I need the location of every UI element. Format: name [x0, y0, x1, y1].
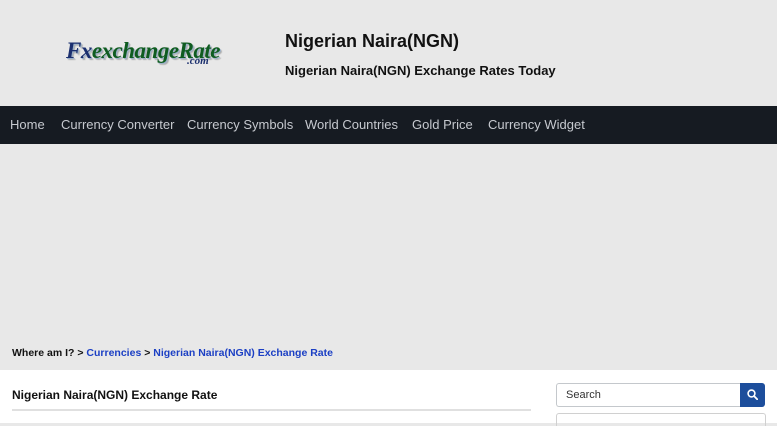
logo-suffix: .com: [187, 55, 209, 67]
nav-item-currency-widget[interactable]: Currency Widget: [488, 117, 585, 132]
search-button[interactable]: [740, 383, 765, 407]
breadcrumb-separator: >: [144, 347, 151, 359]
breadcrumb-link-current[interactable]: Nigerian Naira(NGN) Exchange Rate: [153, 347, 333, 359]
search-icon: [747, 389, 758, 400]
nav-item-home[interactable]: Home: [10, 117, 45, 132]
site-header: FxexchangeRate .com Nigerian Naira(NGN) …: [0, 0, 777, 106]
search-input[interactable]: [556, 383, 748, 407]
nav-item-world-countries[interactable]: World Countries: [305, 117, 398, 132]
site-logo[interactable]: FxexchangeRate .com: [66, 38, 226, 70]
main-content: Nigerian Naira(NGN) Exchange Rate: [0, 370, 777, 426]
breadcrumb: Where am I? > Currencies > Nigerian Nair…: [12, 347, 333, 359]
breadcrumb-link-currencies[interactable]: Currencies: [86, 347, 141, 359]
breadcrumb-separator: >: [77, 347, 84, 359]
section-divider: [12, 409, 531, 411]
page-subtitle: Nigerian Naira(NGN) Exchange Rates Today: [285, 63, 556, 78]
page-title: Nigerian Naira(NGN): [285, 31, 460, 51]
section-title: Nigerian Naira(NGN) Exchange Rate: [12, 388, 218, 402]
nav-item-currency-converter[interactable]: Currency Converter: [61, 117, 174, 132]
nav-item-currency-symbols[interactable]: Currency Symbols: [187, 117, 293, 132]
ad-placeholder: [0, 144, 777, 340]
sidebar-panel: [556, 413, 766, 426]
main-nav: Home Currency Converter Currency Symbols…: [0, 106, 777, 144]
breadcrumb-prefix: Where am I?: [12, 347, 75, 359]
nav-item-gold-price[interactable]: Gold Price: [412, 117, 473, 132]
